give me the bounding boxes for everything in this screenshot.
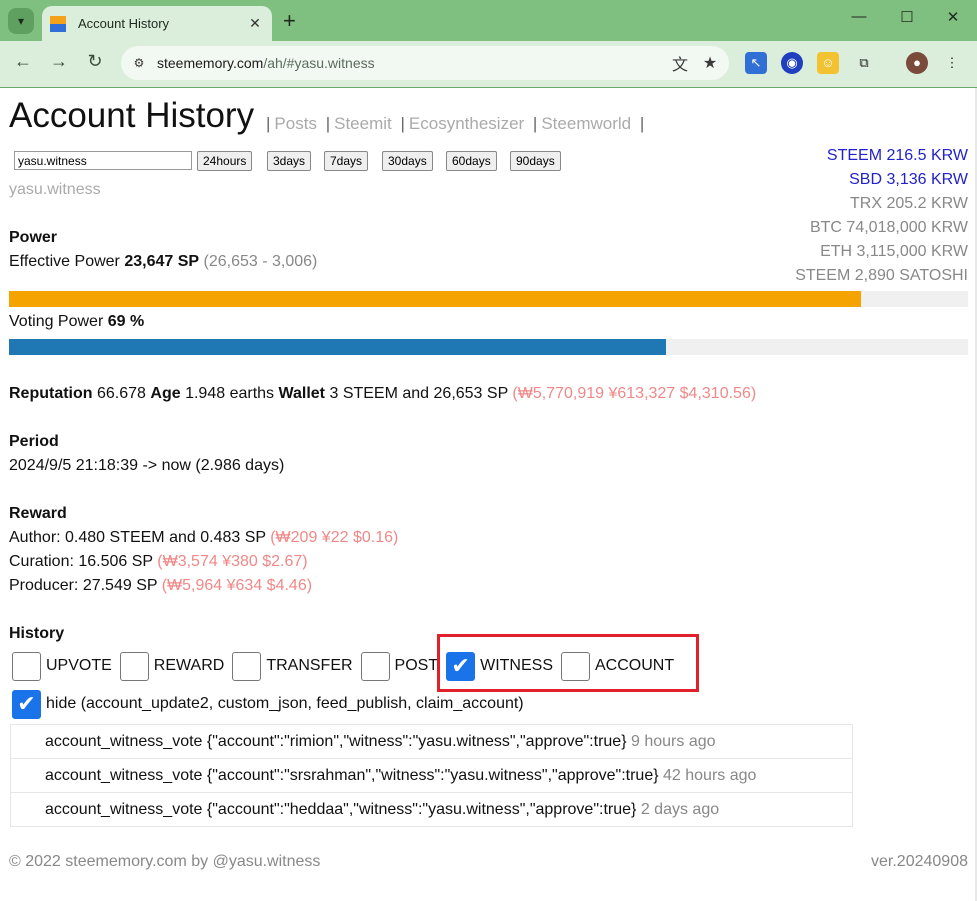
range-3days-button[interactable]: 3days <box>267 151 312 171</box>
voting-power-fill <box>9 339 666 355</box>
account-input[interactable] <box>14 151 192 170</box>
wallet-jpy: ¥613,327 <box>608 385 676 402</box>
bookmark-star-icon[interactable]: ★ <box>699 53 721 73</box>
profile-avatar-icon[interactable]: ● <box>906 52 928 74</box>
wallet-krw: (₩5,770,919 <box>512 385 605 402</box>
extension-cursor-icon[interactable]: ↖ <box>745 52 767 74</box>
history-row: account_witness_vote {"account":"srsrahm… <box>11 759 852 793</box>
site-info-icon[interactable]: ⚙ <box>129 53 149 73</box>
reload-icon[interactable]: ↻ <box>84 51 106 72</box>
range-7days-button[interactable]: 7days <box>324 151 369 171</box>
price-item: STEEM 2,890 SATOSHI <box>795 267 968 284</box>
filter-post-checkbox[interactable] <box>360 651 390 681</box>
effective-power-fill <box>9 291 861 307</box>
account-name: yasu.witness <box>9 181 101 198</box>
nav-link-ecosynthesizer[interactable]: Ecosynthesizer <box>409 114 524 133</box>
hide-checkbox[interactable]: ✔ <box>12 689 41 719</box>
new-tab-icon[interactable]: + <box>283 8 296 34</box>
range-30days-button[interactable]: 30days <box>382 151 433 171</box>
extension-steem-icon[interactable]: ◉ <box>781 52 803 74</box>
price-item: TRX 205.2 KRW <box>850 195 968 212</box>
forward-icon[interactable]: → <box>48 51 70 72</box>
reward-curation: Curation: 16.506 SP (₩3,574 ¥380 $2.67) <box>9 553 308 570</box>
browser-toolbar: ← → ↻ ⚙ steememory.com/ah/#yasu.witness … <box>0 41 977 87</box>
page-title: Account History <box>9 96 255 135</box>
history-table: account_witness_vote {"account":"rimion"… <box>10 724 853 827</box>
voting-power-bar <box>9 339 968 355</box>
price-item: ETH 3,115,000 KRW <box>820 243 968 260</box>
top-nav: | Posts | Steemit | Ecosynthesizer | Steemwo… <box>266 114 645 133</box>
price-item: SBD 3,136 KRW <box>849 171 968 188</box>
tab-search-chevron-icon[interactable]: ▾ <box>8 8 34 34</box>
page-content: Account History | Posts | Steemit | Ecosynt… <box>0 88 977 901</box>
history-row: account_witness_vote {"account":"heddaa"… <box>45 801 720 818</box>
footer-version: ver.20240908 <box>871 853 968 870</box>
reward-heading: Reward <box>9 505 67 522</box>
filter-reward-checkbox[interactable] <box>119 651 149 681</box>
maximize-icon[interactable]: ☐ <box>895 8 919 26</box>
url-text[interactable]: steememory.com/ah/#yasu.witness <box>157 55 669 71</box>
hide-row: ✔ hide (account_update2, custom_json, fee… <box>12 687 532 721</box>
reward-producer: Producer: 27.549 SP (₩5,964 ¥634 $4.46) <box>9 577 313 594</box>
extension-bot-icon[interactable]: ☺ <box>817 52 839 74</box>
wallet-usd: $4,310.56) <box>679 385 757 402</box>
highlight-box <box>437 634 699 692</box>
extensions-puzzle-icon[interactable]: ⧉ <box>853 52 875 74</box>
history-row: account_witness_vote {"account":"rimion"… <box>11 725 852 759</box>
close-window-icon[interactable]: ✕ <box>941 8 965 26</box>
address-bar[interactable]: ⚙ steememory.com/ah/#yasu.witness 文 ★ <box>121 46 729 80</box>
browser-titlebar: ▾ Account History ✕ + — ☐ ✕ <box>0 0 977 41</box>
site-favicon-icon <box>50 15 66 32</box>
nav-link-posts[interactable]: Posts <box>274 114 317 133</box>
effective-power-line: Effective Power 23,647 SP (26,653 - 3,00… <box>9 253 318 270</box>
browser-tab[interactable]: Account History ✕ <box>42 6 272 41</box>
range-90days-button[interactable]: 90days <box>510 151 561 171</box>
price-item: STEEM 216.5 KRW <box>826 147 968 164</box>
footer-copyright: © 2022 steememory.com by @yasu.witness <box>9 853 321 870</box>
range-60days-button[interactable]: 60days <box>446 151 497 171</box>
minimize-icon[interactable]: — <box>847 8 871 25</box>
voting-power-line: Voting Power 69 % <box>9 313 145 330</box>
translate-icon[interactable]: 文 <box>669 51 691 75</box>
stats-line: Reputation 66.678 Age 1.948 earths Walle… <box>9 385 757 402</box>
tab-title: Account History <box>78 16 170 31</box>
price-item: BTC 74,018,000 KRW <box>809 219 968 236</box>
nav-link-steemworld[interactable]: Steemworld <box>541 114 631 133</box>
range-24hours-button[interactable]: 24hours <box>197 151 253 171</box>
period-value: 2024/9/5 21:18:39 -> now (2.986 days) <box>9 457 285 474</box>
filter-upvote-checkbox[interactable] <box>12 651 41 681</box>
menu-kebab-icon[interactable]: ⋮ <box>941 52 963 74</box>
back-icon[interactable]: ← <box>12 51 34 72</box>
power-heading: Power <box>9 229 58 246</box>
history-heading: History <box>9 625 65 642</box>
price-list: STEEM 216.5 KRW SBD 3,136 KRW TRX 205.2 KR… <box>795 144 968 288</box>
reward-author: Author: 0.480 STEEM and 0.483 SP (₩209 ¥… <box>9 529 399 546</box>
period-heading: Period <box>9 433 59 450</box>
filter-transfer-checkbox[interactable] <box>232 651 262 681</box>
close-tab-icon[interactable]: ✕ <box>244 15 266 32</box>
nav-link-steemit[interactable]: Steemit <box>334 114 392 133</box>
effective-power-bar <box>9 291 968 307</box>
